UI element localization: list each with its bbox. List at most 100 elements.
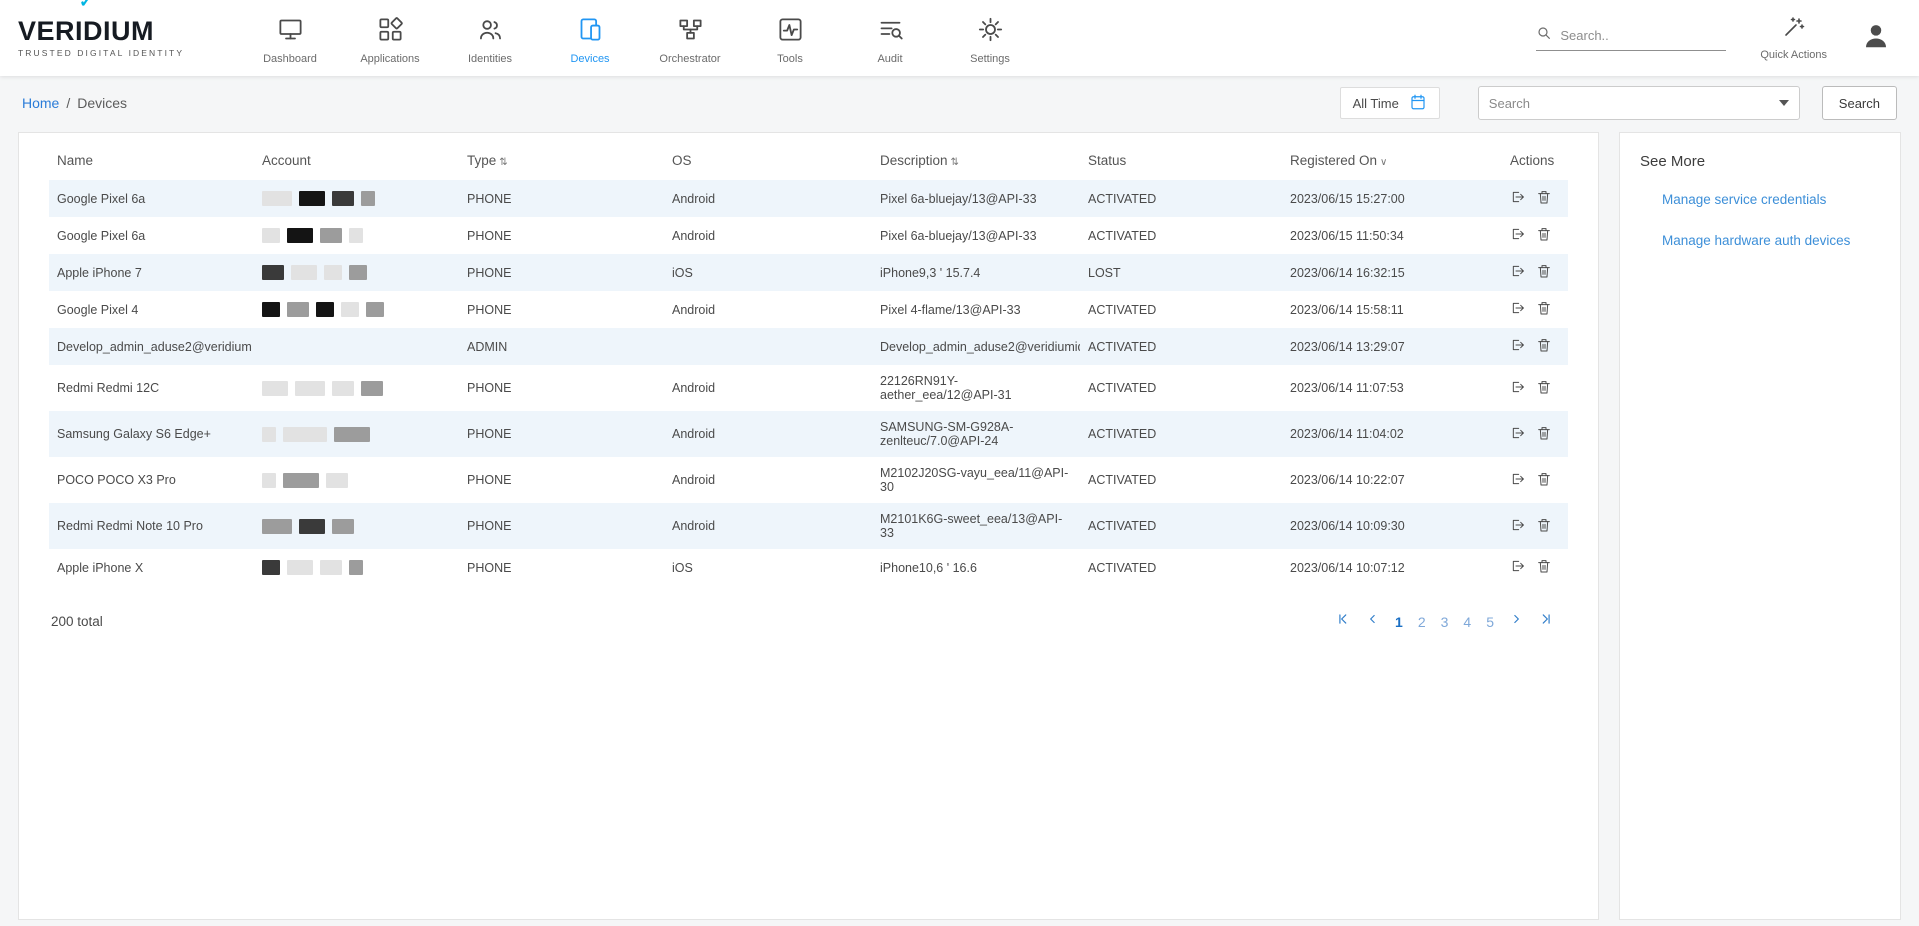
device-status: ACTIVATED — [1080, 291, 1282, 328]
nav-item-settings[interactable]: Settings — [940, 12, 1040, 65]
device-type: ADMIN — [459, 328, 664, 365]
device-status: ACTIVATED — [1080, 365, 1282, 411]
next-page-icon[interactable] — [1509, 612, 1523, 631]
export-icon[interactable] — [1510, 337, 1526, 356]
prev-page-icon[interactable] — [1366, 612, 1380, 631]
nav-item-tools[interactable]: Tools — [740, 12, 840, 65]
table-row[interactable]: Develop_admin_aduse2@veridium ADMIN Deve… — [49, 328, 1568, 365]
export-icon[interactable] — [1510, 558, 1526, 577]
quick-actions-button[interactable]: Quick Actions — [1760, 15, 1827, 61]
delete-icon[interactable] — [1536, 337, 1552, 356]
table-row[interactable]: Apple iPhone X PHONE iOS iPhone10,6 ' 16… — [49, 549, 1568, 586]
export-icon[interactable] — [1510, 379, 1526, 398]
export-icon[interactable] — [1510, 471, 1526, 490]
tools-icon — [777, 16, 804, 46]
delete-icon[interactable] — [1536, 517, 1552, 536]
search-submit-button[interactable]: Search — [1822, 86, 1897, 120]
nav-label: Applications — [360, 53, 419, 65]
device-type: PHONE — [459, 291, 664, 328]
breadcrumb-home-link[interactable]: Home — [22, 95, 59, 111]
nav-item-devices[interactable]: Devices — [540, 12, 640, 65]
device-description: M2101K6G-sweet_eea/13@API-33 — [872, 503, 1080, 549]
user-profile-button[interactable] — [1861, 21, 1891, 56]
export-icon[interactable] — [1510, 300, 1526, 319]
page-number-3[interactable]: 3 — [1441, 614, 1449, 630]
table-row[interactable]: POCO POCO X3 Pro PHONE Android M2102J20S… — [49, 457, 1568, 503]
see-more-title: See More — [1640, 153, 1880, 170]
sort-both-icon[interactable]: ⇅ — [499, 157, 507, 168]
manage-service-credentials-link[interactable]: Manage service credentials — [1662, 192, 1880, 207]
device-os: iOS — [664, 549, 872, 586]
device-actions — [1502, 365, 1568, 411]
table-row[interactable]: Samsung Galaxy S6 Edge+ PHONE Android SA… — [49, 411, 1568, 457]
device-os: Android — [664, 457, 872, 503]
delete-icon[interactable] — [1536, 263, 1552, 282]
table-row[interactable]: Redmi Redmi Note 10 Pro PHONE Android M2… — [49, 503, 1568, 549]
last-page-icon[interactable] — [1538, 612, 1552, 631]
device-registered-on: 2023/06/15 11:50:34 — [1282, 217, 1502, 254]
table-row[interactable]: Google Pixel 4 PHONE Android Pixel 4-fla… — [49, 291, 1568, 328]
delete-icon[interactable] — [1536, 226, 1552, 245]
device-status: ACTIVATED — [1080, 217, 1282, 254]
nav-item-applications[interactable]: Applications — [340, 12, 440, 65]
delete-icon[interactable] — [1536, 300, 1552, 319]
device-description: SAMSUNG-SM-G928A-zenlteuc/7.0@API-24 — [872, 411, 1080, 457]
delete-icon[interactable] — [1536, 425, 1552, 444]
export-icon[interactable] — [1510, 189, 1526, 208]
time-filter-button[interactable]: All Time — [1340, 87, 1440, 119]
col-header-registered-on[interactable]: Registered On∨ — [1282, 139, 1502, 180]
col-header-account: Account — [254, 139, 459, 180]
delete-icon[interactable] — [1536, 558, 1552, 577]
device-os: Android — [664, 291, 872, 328]
device-description: Pixel 4-flame/13@API-33 — [872, 291, 1080, 328]
page-number-5[interactable]: 5 — [1486, 614, 1494, 630]
device-name: Redmi Redmi Note 10 Pro — [49, 503, 254, 549]
delete-icon[interactable] — [1536, 379, 1552, 398]
device-account — [254, 457, 459, 503]
nav-label: Identities — [468, 53, 512, 65]
top-bar: VERIDIUM ✓ TRUSTED DIGITAL IDENTITY Dash… — [0, 0, 1919, 76]
global-search-input[interactable] — [1560, 28, 1726, 43]
device-os: Android — [664, 411, 872, 457]
device-status: ACTIVATED — [1080, 549, 1282, 586]
dashboard-icon — [277, 16, 304, 46]
device-type: PHONE — [459, 180, 664, 217]
col-header-type[interactable]: Type⇅ — [459, 139, 664, 180]
device-actions — [1502, 291, 1568, 328]
search-field-select[interactable]: Search — [1478, 86, 1800, 120]
export-icon[interactable] — [1510, 517, 1526, 536]
page-number-1[interactable]: 1 — [1395, 614, 1403, 630]
col-header-description[interactable]: Description⇅ — [872, 139, 1080, 180]
device-account — [254, 291, 459, 328]
table-row[interactable]: Apple iPhone 7 PHONE iOS iPhone9,3 ' 15.… — [49, 254, 1568, 291]
logo-tagline: TRUSTED DIGITAL IDENTITY — [18, 48, 198, 58]
pagination: 1 2 3 4 5 — [1337, 612, 1552, 631]
device-actions — [1502, 411, 1568, 457]
nav-item-dashboard[interactable]: Dashboard — [240, 12, 340, 65]
device-description: iPhone9,3 ' 15.7.4 — [872, 254, 1080, 291]
sort-desc-icon[interactable]: ∨ — [1380, 157, 1387, 168]
export-icon[interactable] — [1510, 425, 1526, 444]
page-number-4[interactable]: 4 — [1463, 614, 1471, 630]
logo-text: VERIDIUM — [18, 18, 198, 45]
export-icon[interactable] — [1510, 263, 1526, 282]
table-row[interactable]: Google Pixel 6a PHONE Android Pixel 6a-b… — [49, 217, 1568, 254]
table-row[interactable]: Redmi Redmi 12C PHONE Android 22126RN91Y… — [49, 365, 1568, 411]
first-page-icon[interactable] — [1337, 612, 1351, 631]
sort-both-icon[interactable]: ⇅ — [951, 157, 959, 168]
device-name: Apple iPhone X — [49, 549, 254, 586]
device-registered-on: 2023/06/14 13:29:07 — [1282, 328, 1502, 365]
delete-icon[interactable] — [1536, 189, 1552, 208]
device-actions — [1502, 549, 1568, 586]
nav-item-audit[interactable]: Audit — [840, 12, 940, 65]
delete-icon[interactable] — [1536, 471, 1552, 490]
table-row[interactable]: Google Pixel 6a PHONE Android Pixel 6a-b… — [49, 180, 1568, 217]
veridium-logo[interactable]: VERIDIUM ✓ TRUSTED DIGITAL IDENTITY — [18, 18, 198, 58]
nav-item-identities[interactable]: Identities — [440, 12, 540, 65]
device-name: Samsung Galaxy S6 Edge+ — [49, 411, 254, 457]
device-type: PHONE — [459, 549, 664, 586]
export-icon[interactable] — [1510, 226, 1526, 245]
nav-item-orchestrator[interactable]: Orchestrator — [640, 12, 740, 65]
manage-hardware-auth-devices-link[interactable]: Manage hardware auth devices — [1662, 233, 1880, 248]
page-number-2[interactable]: 2 — [1418, 614, 1426, 630]
